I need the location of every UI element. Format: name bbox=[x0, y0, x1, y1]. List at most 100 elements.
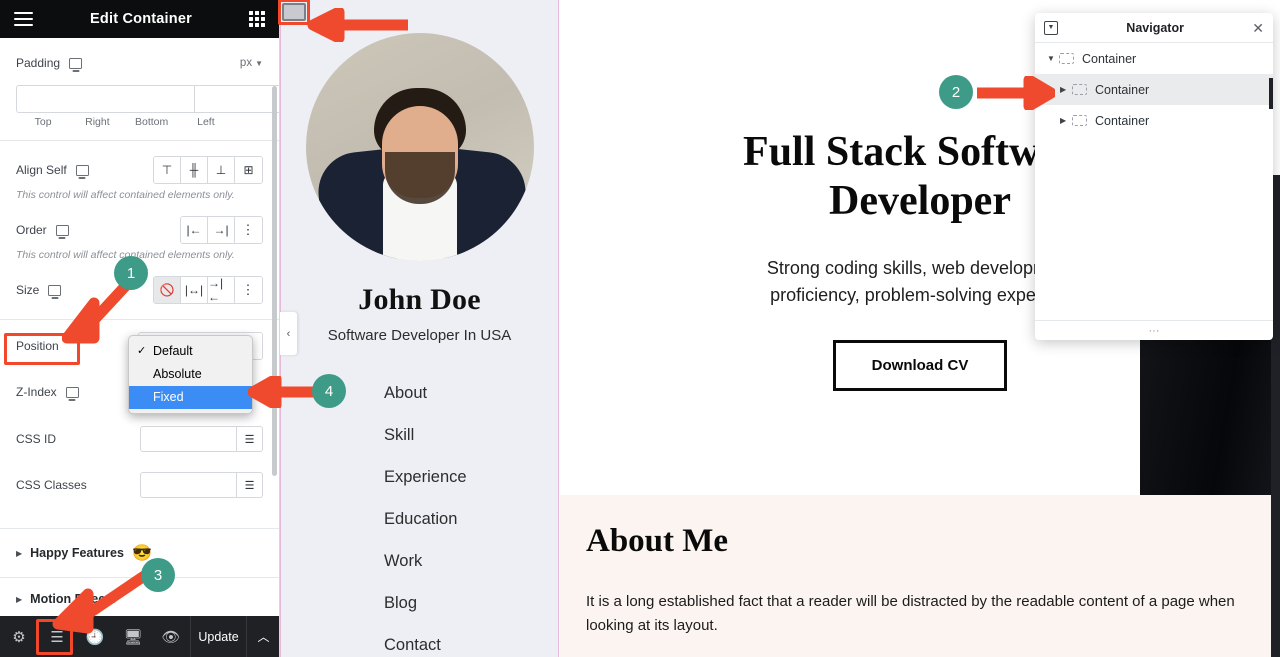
grid-apps-icon[interactable] bbox=[249, 11, 265, 27]
preview-sidebar: John Doe Software Developer In USA About… bbox=[280, 0, 559, 657]
editor-bottom-toolbar: ⚙ ☰ 🕘 🖥 👁 Update ︿ bbox=[0, 616, 279, 657]
order-end-icon[interactable]: →| bbox=[208, 217, 235, 243]
navigator-selection-marker bbox=[1269, 78, 1273, 109]
align-self-buttons: ⊤ ╫ ⊥ ⊞ bbox=[153, 156, 263, 184]
nav-link-skill[interactable]: Skill bbox=[384, 426, 558, 445]
desktop-icon[interactable] bbox=[55, 224, 69, 236]
desktop-icon[interactable] bbox=[75, 164, 89, 176]
navigator-item-container-child-2[interactable]: ▶ Container bbox=[1035, 105, 1273, 136]
section-title: Happy Features bbox=[30, 546, 124, 560]
section-motion-effects[interactable]: ▶ Motion Effects bbox=[0, 577, 279, 616]
css-classes-input[interactable] bbox=[140, 472, 237, 498]
nav-link-work[interactable]: Work bbox=[384, 552, 558, 571]
css-id-dynamic-icon[interactable]: ☰ bbox=[237, 426, 263, 452]
navigator-header: ▼ Navigator ✕ bbox=[1035, 13, 1273, 43]
about-section: About Me It is a long established fact t… bbox=[560, 495, 1280, 657]
align-end-icon[interactable]: ⊥ bbox=[208, 157, 235, 183]
layers-icon[interactable]: ☰ bbox=[38, 616, 76, 657]
panel-body: Padding px▼ 🔗 Top Right Bottom Left bbox=[0, 38, 279, 616]
navigator-item-label: Container bbox=[1095, 113, 1150, 128]
panel-title: Edit Container bbox=[90, 11, 192, 27]
navigator-item-container-root[interactable]: ▼ Container bbox=[1035, 43, 1273, 74]
padding-inputs: 🔗 bbox=[16, 85, 279, 113]
padding-unit-value: px bbox=[239, 57, 253, 69]
body-photo bbox=[1140, 330, 1280, 495]
update-button[interactable]: Update bbox=[190, 616, 246, 657]
navigator-item-label: Container bbox=[1082, 51, 1137, 66]
chevron-up-icon[interactable]: ︿ bbox=[246, 616, 279, 657]
order-more-icon[interactable]: ⋮ bbox=[235, 217, 262, 243]
z-index-label: Z-Index bbox=[16, 385, 57, 399]
panel-scrollbar[interactable] bbox=[272, 86, 277, 476]
chevron-right-icon: ▶ bbox=[16, 594, 23, 604]
desktop-icon[interactable] bbox=[65, 386, 79, 398]
position-option-fixed[interactable]: Fixed bbox=[129, 386, 252, 409]
navigator-resize-handle[interactable]: ··· bbox=[1035, 320, 1273, 340]
history-clock-icon[interactable]: 🕘 bbox=[76, 616, 114, 657]
container-toolbar-icon[interactable] bbox=[282, 3, 306, 21]
app-root: Edit Container Padding px▼ 🔗 Top bbox=[0, 0, 1280, 657]
chevron-right-icon: ▶ bbox=[16, 548, 23, 558]
padding-right-input[interactable] bbox=[194, 85, 279, 113]
about-heading: About Me bbox=[586, 523, 729, 559]
position-option-default[interactable]: Default bbox=[129, 340, 252, 363]
navigator-item-label: Container bbox=[1095, 82, 1150, 97]
responsive-devices-icon[interactable]: 🖥 bbox=[114, 616, 152, 657]
padding-top-input[interactable] bbox=[16, 85, 194, 113]
container-icon bbox=[1059, 53, 1074, 64]
align-self-row: Align Self ⊤ ╫ ⊥ ⊞ bbox=[0, 155, 279, 185]
nav-link-blog[interactable]: Blog bbox=[384, 594, 558, 613]
nav-link-education[interactable]: Education bbox=[384, 510, 558, 529]
navigator-item-container-child-1[interactable]: ▶ Container bbox=[1035, 74, 1273, 105]
step-badge-2: 2 bbox=[939, 75, 973, 109]
desktop-icon[interactable] bbox=[48, 284, 62, 296]
download-cv-button[interactable]: Download CV bbox=[832, 339, 1008, 391]
align-center-icon[interactable]: ╫ bbox=[181, 157, 208, 183]
css-id-row: CSS ID ☰ bbox=[0, 424, 279, 454]
css-id-label: CSS ID bbox=[16, 432, 57, 446]
step-badge-4: 4 bbox=[312, 374, 346, 408]
dock-toggle-icon[interactable]: ▼ bbox=[1044, 20, 1058, 35]
chevron-right-icon[interactable]: ▶ bbox=[1060, 85, 1072, 94]
padding-row: Padding px ▼ bbox=[0, 48, 279, 78]
chevron-down-icon[interactable]: ▼ bbox=[1047, 54, 1059, 63]
css-classes-dynamic-icon[interactable]: ☰ bbox=[237, 472, 263, 498]
order-start-icon[interactable]: |← bbox=[181, 217, 208, 243]
size-shrink-icon[interactable]: →|← bbox=[208, 277, 235, 303]
size-none-icon[interactable]: 🚫 bbox=[154, 277, 181, 303]
container-icon bbox=[1072, 115, 1087, 126]
size-label: Size bbox=[16, 283, 40, 297]
hamburger-icon[interactable] bbox=[14, 12, 33, 26]
nav-link-contact[interactable]: Contact bbox=[384, 636, 558, 655]
step-badge-3: 3 bbox=[141, 558, 175, 592]
size-grow-icon[interactable]: |↔| bbox=[181, 277, 208, 303]
section-title: Motion Effects bbox=[30, 592, 117, 606]
css-id-input[interactable] bbox=[140, 426, 237, 452]
about-body: It is a long established fact that a rea… bbox=[586, 593, 1235, 635]
preview-nav: About Skill Experience Education Work Bl… bbox=[281, 384, 558, 655]
padding-label-left: Left bbox=[197, 116, 215, 128]
size-more-icon[interactable]: ⋮ bbox=[235, 277, 262, 303]
container-icon bbox=[1072, 84, 1087, 95]
position-option-absolute[interactable]: Absolute bbox=[129, 363, 252, 386]
chevron-right-icon[interactable]: ▶ bbox=[1060, 116, 1072, 125]
padding-side-labels: Top Right Bottom Left bbox=[16, 116, 263, 128]
align-stretch-icon[interactable]: ⊞ bbox=[235, 157, 262, 183]
panel-header: Edit Container bbox=[0, 0, 279, 38]
order-row: Order |← →| ⋮ bbox=[0, 215, 279, 245]
padding-unit-select[interactable]: px ▼ bbox=[240, 57, 263, 69]
desktop-icon[interactable] bbox=[69, 57, 83, 69]
css-classes-row: CSS Classes ☰ bbox=[0, 470, 279, 500]
css-classes-label: CSS Classes bbox=[16, 478, 87, 492]
position-label: Position bbox=[16, 339, 59, 353]
nav-link-about[interactable]: About bbox=[384, 384, 558, 403]
section-happy-features[interactable]: ▶ Happy Features 😎 bbox=[0, 528, 279, 577]
align-self-hint: This control will affect contained eleme… bbox=[16, 189, 235, 201]
gear-icon[interactable]: ⚙ bbox=[0, 616, 38, 657]
navigator-title: Navigator bbox=[1126, 20, 1184, 35]
chevron-left-icon[interactable]: ‹ bbox=[280, 312, 297, 355]
nav-link-experience[interactable]: Experience bbox=[384, 468, 558, 487]
eye-preview-icon[interactable]: 👁 bbox=[152, 616, 190, 657]
align-start-icon[interactable]: ⊤ bbox=[154, 157, 181, 183]
close-icon[interactable]: ✕ bbox=[1252, 21, 1264, 35]
